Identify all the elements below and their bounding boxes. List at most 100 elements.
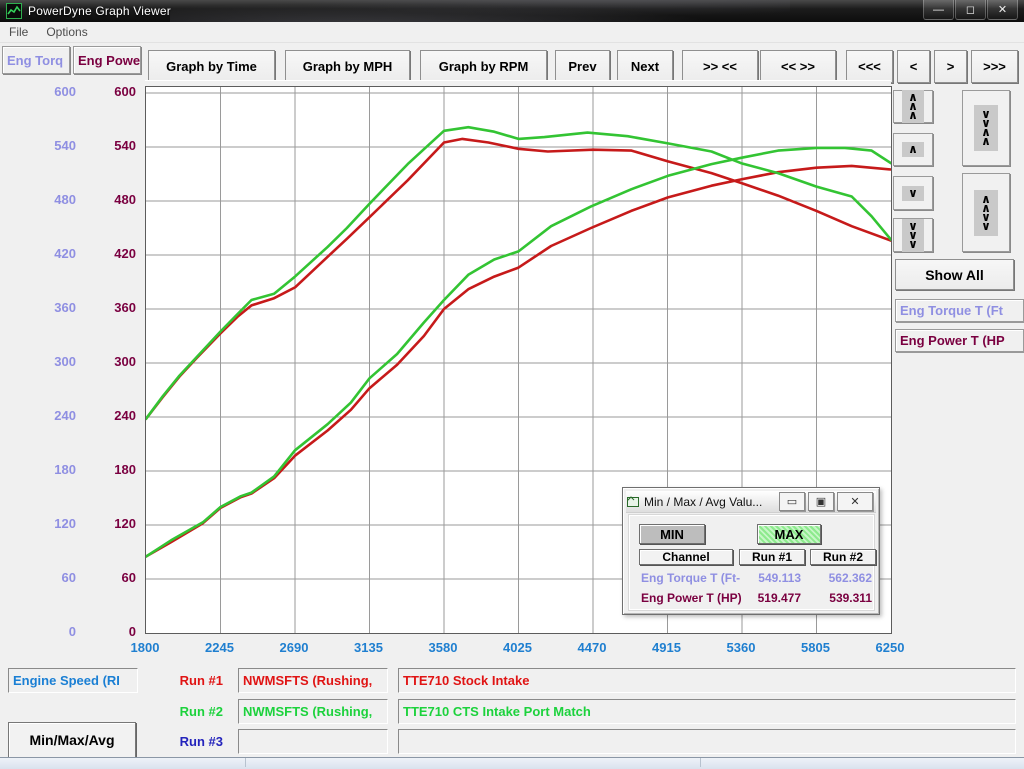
minimize-button[interactable]: — [923,0,954,20]
x-tick: 1800 [114,640,176,655]
menu-item-options[interactable]: Options [37,23,96,41]
titlebar-glass [170,0,790,22]
close-button[interactable]: ✕ [987,0,1018,20]
scroll-down-button[interactable]: ∨ [893,176,933,210]
x-tick: 3580 [412,640,474,655]
y-tick-torque: 600 [30,85,76,99]
minmaxavg-button[interactable]: Min/Max/Avg [8,722,136,758]
column-header-run2[interactable]: Run #2 [810,549,876,565]
zoom-in-vertical-icon: ∨∨∧∧ [974,105,998,151]
minmax-maximize-button[interactable]: ▣ [808,492,834,511]
scroll-bottom-icon: ∨∨∨ [902,219,924,252]
x-tick: 4915 [636,640,698,655]
zoom-in-vertical-button[interactable]: ∨∨∧∧ [962,90,1010,166]
toolbar-button-graph-by-mph[interactable]: Graph by MPH [285,50,410,83]
run-description-box-1[interactable]: TTE710 Stock Intake [398,668,1016,693]
minmax-window-title: Min / Max / Avg Valu... [644,495,762,509]
run-description-box-2[interactable]: TTE710 CTS Intake Port Match [398,699,1016,724]
minmax-row-channel: Eng Torque T (Ft- [641,571,740,585]
toolbar-button-[interactable]: >> << [682,50,758,83]
y-tick-torque: 540 [30,139,76,153]
y-tick-torque: 480 [30,193,76,207]
statusbar-divider [700,758,701,767]
y-tick-power: 180 [90,463,136,477]
statusbar-divider [245,758,246,767]
toolbar-button-[interactable]: <<< [846,50,893,83]
toolbar-button-[interactable]: < [897,50,930,83]
legend-power-channel[interactable]: Eng Power T (HP [895,329,1024,352]
zoom-out-vertical-button[interactable]: ∧∧∨∨ [962,173,1010,252]
y-tick-torque: 300 [30,355,76,369]
minmax-row-run2-value: 562.362 [810,571,872,585]
scroll-top-button[interactable]: ∧∧∧ [893,90,933,123]
x-tick: 2245 [189,640,251,655]
toolbar-button-graph-by-time[interactable]: Graph by Time [148,50,275,83]
app-icon [6,3,22,19]
zoom-out-vertical-icon: ∧∧∨∨ [974,190,998,236]
minmax-row-run1-value: 549.113 [739,571,801,585]
y-tick-power: 240 [90,409,136,423]
toolbar-button-[interactable]: << >> [760,50,836,83]
run-label-1: Run #1 [145,668,229,693]
x-tick: 6250 [859,640,921,655]
toolbar-button-[interactable]: >>> [971,50,1018,83]
minmax-row-run1-value: 519.477 [739,591,801,605]
y-tick-torque: 240 [30,409,76,423]
scroll-top-icon: ∧∧∧ [902,90,924,123]
menubar: File Options [0,22,1024,43]
x-tick: 2690 [263,640,325,655]
y-tick-power: 0 [90,625,136,639]
minmax-window-icon [626,495,640,509]
minmax-window[interactable]: Min / Max / Avg Valu... ▭ ▣ ✕ MIN MAX Ch… [622,487,880,615]
y-tick-power: 360 [90,301,136,315]
statusbar [0,757,1024,769]
y-tick-torque: 60 [30,571,76,585]
minmax-close-button[interactable]: ✕ [837,492,873,511]
minmax-titlebar[interactable]: Min / Max / Avg Valu... ▭ ▣ ✕ [626,491,876,513]
toolbar-button-prev[interactable]: Prev [555,50,610,83]
y-tick-power: 540 [90,139,136,153]
toolbar-button-[interactable]: > [934,50,967,83]
max-button[interactable]: MAX [757,524,821,544]
y-tick-power: 300 [90,355,136,369]
scroll-bottom-button[interactable]: ∨∨∨ [893,218,933,252]
min-button[interactable]: MIN [639,524,705,544]
maximize-button[interactable]: ◻ [955,0,986,20]
menu-item-file[interactable]: File [0,23,37,41]
x-tick: 5360 [710,640,772,655]
x-channel-box[interactable]: Engine Speed (RI [8,668,138,693]
x-tick: 5805 [785,640,847,655]
y-tick-power: 600 [90,85,136,99]
scroll-down-icon: ∨ [902,186,924,201]
show-all-button[interactable]: Show All [895,259,1014,290]
run-operator-box-3[interactable] [238,729,388,754]
toolbar-button-next[interactable]: Next [617,50,673,83]
channel-button-power[interactable]: Eng Powe [73,46,141,74]
run-label-3: Run #3 [145,729,229,754]
x-tick: 4470 [561,640,623,655]
x-tick: 3135 [338,640,400,655]
y-tick-power: 60 [90,571,136,585]
y-tick-power: 420 [90,247,136,261]
toolbar-button-graph-by-rpm[interactable]: Graph by RPM [420,50,547,83]
minmax-minimize-button[interactable]: ▭ [779,492,805,511]
y-tick-torque: 120 [30,517,76,531]
titlebar[interactable]: PowerDyne Graph Viewer — ◻ ✕ [0,0,1024,22]
y-tick-torque: 420 [30,247,76,261]
y-tick-torque: 360 [30,301,76,315]
run-operator-box-2[interactable]: NWMSFTS (Rushing, [238,699,388,724]
run-operator-box-1[interactable]: NWMSFTS (Rushing, [238,668,388,693]
column-header-run1[interactable]: Run #1 [739,549,805,565]
run-label-2: Run #2 [145,699,229,724]
y-tick-torque: 180 [30,463,76,477]
scroll-up-icon: ∧ [902,142,924,157]
legend-torque-channel[interactable]: Eng Torque T (Ft [895,299,1024,322]
channel-button-torque[interactable]: Eng Torq [2,46,70,74]
y-tick-torque: 0 [30,625,76,639]
column-header-channel[interactable]: Channel [639,549,733,565]
minmax-row-run2-value: 539.311 [810,591,872,605]
run-description-box-3[interactable] [398,729,1016,754]
scroll-up-button[interactable]: ∧ [893,133,933,166]
minmax-row-channel: Eng Power T (HP) [641,591,742,605]
y-tick-power: 480 [90,193,136,207]
